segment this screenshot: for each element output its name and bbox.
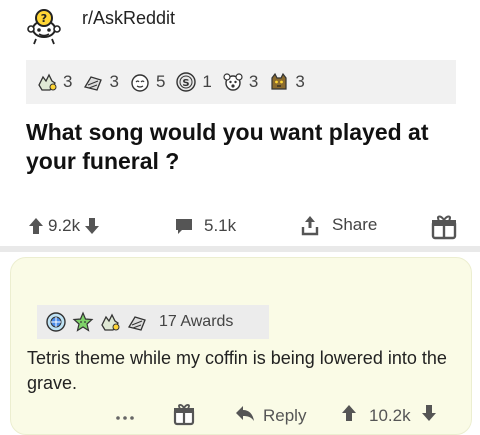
globe-award-icon [45,311,67,333]
star-award-icon [72,311,94,333]
award-count: 1 [202,72,212,91]
post-actions: 9.2k 5.1k Share [0,212,480,244]
gift-bear-award-icon [222,71,244,93]
subreddit-name[interactable]: r/AskReddit [82,8,175,29]
silver-coin-award-icon: S [175,71,197,93]
award-item: S 1 [175,71,212,93]
award-item: 3 [82,71,119,93]
gold-cat-award-icon [268,71,290,93]
post-card: ? r/AskReddit 3 3 5 S 1 3 3 What song wo… [0,0,480,252]
wholesome-face-award-icon [129,71,151,93]
award-item: 5 [129,71,165,93]
comments-button[interactable]: 5.1k [174,216,236,236]
subreddit-header: ? r/AskReddit [24,6,175,46]
award-button[interactable] [430,213,458,241]
comment-text: Tetris theme while my coffin is being lo… [27,348,447,393]
award-count: 3 [248,72,259,91]
award-count: 3 [63,72,73,91]
award-count: 3 [295,72,305,91]
reply-label: Reply [263,405,307,425]
comments-count: 5.1k [204,216,237,235]
comment-award-button[interactable] [173,402,195,431]
award-count: 5 [155,72,166,91]
share-label: Share [332,215,378,234]
upvote-icon[interactable] [341,404,357,427]
post-score: 9.2k [48,216,81,235]
comment-awards-bar[interactable]: 17 Awards [37,305,269,339]
comment-vote-group: 10.2k [341,404,437,427]
share-button[interactable]: Share [300,214,377,236]
share-icon [300,214,320,236]
reply-button[interactable]: Reply [235,404,306,427]
vote-group: 9.2k [28,216,100,236]
award-item: 3 [222,71,258,93]
svg-text:S: S [183,78,190,89]
helpful-hand-award-icon [99,311,121,333]
post-divider [0,246,480,252]
hand-drawn-award-icon [82,71,104,93]
downvote-icon[interactable] [421,404,437,427]
svg-text:?: ? [41,12,47,25]
subreddit-avatar-icon[interactable]: ? [24,6,64,46]
more-dots-icon [115,406,135,426]
reply-arrow-icon [235,404,255,427]
comment-awards-count: 17 Awards [159,313,234,330]
gift-icon [173,402,195,431]
post-title[interactable]: What song would you want played at your … [26,118,466,176]
post-awards-bar[interactable]: 3 3 5 S 1 3 3 [26,60,456,104]
hand-drawn-award-icon [126,311,148,333]
more-options-button[interactable] [115,406,135,426]
award-item: 3 [268,71,305,93]
award-count: 3 [109,72,119,91]
comment-card: 17 Awards Tetris theme while my coffin i… [10,257,472,435]
downvote-icon[interactable] [84,217,100,235]
helpful-hand-award-icon [36,71,58,93]
comment-actions: Reply 10.2k [11,402,473,432]
comment-score: 10.2k [369,405,411,425]
gift-icon [430,213,458,241]
award-item: 3 [36,71,72,93]
comment-bubble-icon [174,216,194,236]
upvote-icon[interactable] [28,217,44,235]
